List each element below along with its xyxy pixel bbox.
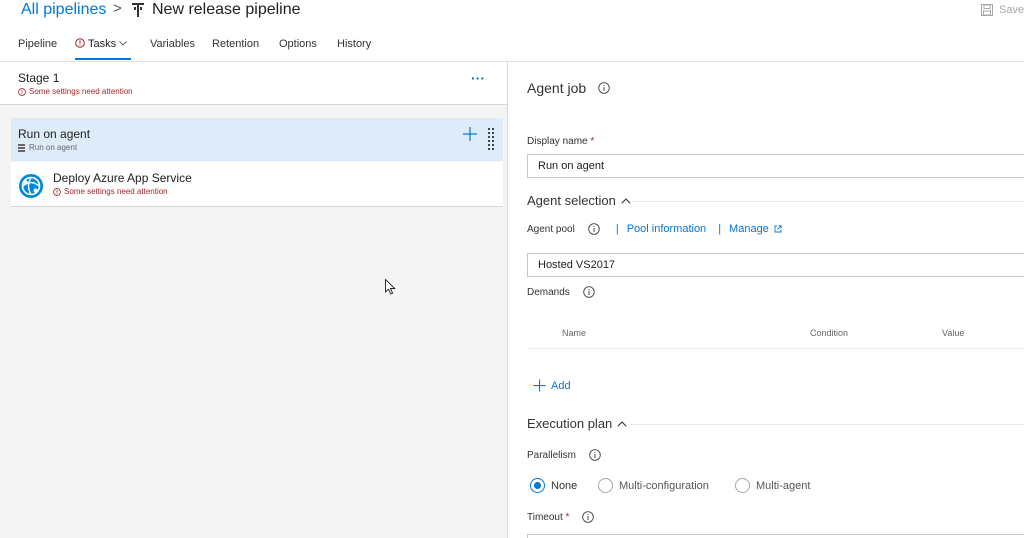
stage-warning-text: Some settings need attention: [29, 87, 133, 96]
info-icon[interactable]: [583, 286, 595, 298]
warning-icon: [53, 187, 61, 196]
chevron-down-icon: [119, 41, 127, 46]
info-icon[interactable]: [589, 449, 601, 461]
table-divider: [527, 348, 1024, 349]
agent-selection-header[interactable]: Agent selection: [527, 193, 631, 208]
plus-icon: [533, 379, 546, 392]
column-header-condition: Condition: [810, 328, 849, 338]
agent-job-heading: Agent job: [527, 80, 610, 96]
tab-tasks-label: Tasks: [88, 38, 117, 50]
save-label: Save: [999, 4, 1024, 16]
drag-handle-icon[interactable]: [487, 128, 495, 152]
azure-app-service-icon: [19, 174, 43, 198]
agent-job-subtitle-text: Run on agent: [29, 143, 78, 152]
tab-pipeline[interactable]: Pipeline: [18, 38, 57, 50]
stage-title: Stage 1: [18, 71, 60, 85]
radio-multi-configuration[interactable]: [598, 478, 613, 493]
section-divider: [631, 424, 1024, 425]
radio-label: Multi-configuration: [619, 479, 709, 492]
tab-history[interactable]: History: [337, 38, 371, 50]
agent-selection-title: Agent selection: [527, 193, 616, 208]
demands-label: Demands: [527, 286, 570, 298]
parallelism-option-none[interactable]: None: [530, 478, 577, 493]
save-button[interactable]: Save: [981, 4, 1024, 16]
mouse-cursor-icon: [385, 279, 396, 295]
info-icon[interactable]: [582, 511, 595, 523]
parallelism-option-multi-agent[interactable]: Multi-agent: [735, 478, 810, 493]
warning-icon: [75, 38, 85, 48]
stage-card[interactable]: Stage 1 Some settings need attention ···: [0, 62, 507, 105]
release-pipeline-icon: [132, 3, 144, 17]
agent-job-heading-text: Agent job: [527, 80, 587, 96]
chevron-up-icon: [617, 420, 627, 427]
radio-label: Multi-agent: [756, 479, 811, 492]
info-icon[interactable]: [588, 223, 600, 235]
manage-link[interactable]: Manage: [729, 223, 769, 235]
page-title: New release pipeline: [152, 1, 301, 18]
radio-none[interactable]: [530, 478, 545, 493]
timeout-label: Timeout *: [527, 511, 570, 523]
agent-pool-label: Agent pool: [527, 223, 575, 235]
agent-job-details-panel: Agent job Display name * Run on agent Ag…: [509, 62, 1024, 538]
chevron-up-icon: [621, 197, 631, 204]
task-warning-text: Some settings need attention: [64, 187, 168, 196]
server-icon: [18, 143, 25, 152]
column-header-name: Name: [562, 328, 587, 338]
agent-job-subtitle: Run on agent: [18, 143, 77, 152]
tab-tasks[interactable]: Tasks: [75, 38, 127, 50]
header: All pipelines > New release pipeline Sav…: [0, 0, 1024, 30]
separator: |: [615, 223, 619, 235]
parallelism-row: Parallelism: [527, 449, 601, 461]
add-task-button[interactable]: [462, 126, 478, 142]
separator: |: [718, 223, 722, 235]
agent-pool-row: Agent pool | Pool information | Manage: [527, 223, 782, 235]
breadcrumb-separator: >: [113, 0, 122, 17]
demands-row: Demands: [527, 286, 595, 298]
column-header-value: Value: [942, 328, 965, 338]
timeout-input[interactable]: [527, 534, 1024, 538]
add-demand-label: Add: [551, 379, 571, 392]
breadcrumb-all-pipelines[interactable]: All pipelines: [21, 1, 106, 19]
display-name-input[interactable]: Run on agent: [527, 154, 1024, 178]
task-title: Deploy Azure App Service: [53, 171, 192, 185]
task-warning: Some settings need attention: [53, 187, 168, 196]
agent-pool-select[interactable]: Hosted VS2017: [527, 253, 1024, 277]
pool-information-link[interactable]: Pool information: [627, 223, 707, 235]
agent-job-row[interactable]: Run on agent Run on agent: [11, 118, 503, 161]
radio-label: None: [551, 479, 578, 492]
stage-warning: Some settings need attention: [18, 87, 133, 96]
parallelism-option-multi-configuration[interactable]: Multi-configuration: [598, 478, 709, 493]
more-options-button[interactable]: ···: [471, 70, 485, 86]
save-icon: [981, 4, 993, 16]
display-name-label: Display name *: [527, 136, 595, 147]
tab-variables[interactable]: Variables: [150, 38, 195, 50]
agent-job-title: Run on agent: [18, 127, 91, 141]
task-row-deploy-azure-app-service[interactable]: Deploy Azure App Service Some settings n…: [11, 162, 503, 207]
external-link-icon: [774, 225, 782, 233]
section-divider: [633, 201, 1024, 202]
warning-icon: [18, 87, 26, 96]
info-icon[interactable]: [598, 82, 610, 94]
add-demand-button[interactable]: Add: [533, 379, 571, 392]
tab-retention[interactable]: Retention: [212, 38, 259, 50]
radio-multi-agent[interactable]: [735, 478, 750, 493]
tab-bar: Pipeline Tasks Variables Retention Optio…: [0, 34, 1024, 62]
timeout-row: Timeout *: [527, 511, 595, 523]
tasks-panel: Stage 1 Some settings need attention ···…: [0, 62, 508, 538]
tab-options[interactable]: Options: [279, 38, 317, 50]
active-tab-indicator: [75, 58, 131, 60]
execution-plan-title: Execution plan: [527, 416, 613, 431]
execution-plan-header[interactable]: Execution plan: [527, 416, 627, 431]
parallelism-label: Parallelism: [527, 449, 576, 461]
